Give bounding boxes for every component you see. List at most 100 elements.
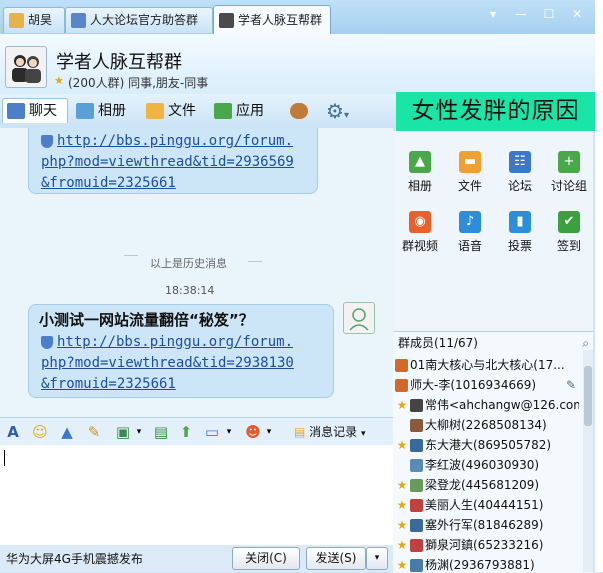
link-line[interactable]: &fromuid=2325661 — [41, 374, 294, 395]
tab-renda-group[interactable]: 人大论坛官方助答群 — [65, 7, 213, 33]
app-discussion[interactable]: + 讨论组 — [547, 151, 591, 194]
forum-icon: ☷ — [509, 151, 531, 173]
chevron-down-icon: ▾ — [343, 110, 349, 121]
close-icon[interactable]: ✕ — [566, 6, 588, 22]
checkin-icon: ✔ — [558, 211, 580, 233]
app-forum[interactable]: ☷ 论坛 — [498, 151, 542, 194]
member-avatar — [395, 379, 408, 392]
app-album[interactable]: ▲ 相册 — [398, 151, 442, 194]
group-title: 学者人脉互帮群 — [56, 52, 182, 73]
ad-link[interactable]: 华为大屏4G手机震撼发布 — [6, 550, 143, 567]
star-icon: ★ — [396, 558, 408, 572]
member-row[interactable]: 师大-李(1016934669) ✎ — [393, 375, 579, 395]
photo-icon: ▲ — [409, 151, 431, 173]
emoji-icon[interactable]: ☺ — [31, 423, 49, 441]
chevron-down-icon[interactable]: ▾ — [260, 423, 278, 441]
tab-scholar-group[interactable]: 学者人脉互帮群 — [213, 5, 331, 35]
send-button[interactable]: 发送(S) — [306, 547, 366, 570]
member-list-scrollbar[interactable] — [583, 350, 593, 572]
upload-icon[interactable]: ⬆ — [177, 423, 195, 441]
member-row[interactable]: ★ 梁登龙(445681209) — [393, 475, 579, 495]
music-icon[interactable]: ▤ — [152, 423, 170, 441]
shake-icon[interactable]: ▲ — [58, 423, 76, 441]
minimize-icon[interactable]: — — [510, 6, 532, 22]
screenshot-icon[interactable]: ▭ — [203, 423, 221, 441]
app-label: 论坛 — [507, 179, 532, 193]
shield-icon — [41, 335, 53, 349]
input-toolbar: A ☺ ▲ ✎ ▣ ▾ ▤ ⬆ ▭ ▾ ☻ ▾ ▤ 消息记录 ▾ — [0, 417, 393, 446]
video-icon: ◉ — [409, 211, 431, 233]
tab-app[interactable]: 应用 — [214, 99, 264, 123]
chevron-down-icon: ▾ — [361, 429, 366, 439]
history-label: 以上是历史消息 — [150, 257, 227, 270]
tab-file[interactable]: 文件 — [146, 99, 196, 123]
message-link[interactable]: http://bbs.pinggu.org/forum. php?mod=vie… — [41, 332, 294, 395]
maximize-icon[interactable]: ☐ — [538, 6, 560, 22]
note-icon[interactable]: ✎ — [85, 423, 103, 441]
link-line[interactable]: http://bbs.pinggu.org/forum. — [57, 133, 293, 149]
shield-icon — [41, 134, 53, 148]
member-row[interactable]: ★ 塞外行军(81846289) — [393, 515, 579, 535]
tab-chat[interactable]: 聊天 — [2, 98, 68, 123]
link-line[interactable]: php?mod=viewthread&tid=2936569 — [41, 152, 294, 173]
message-link[interactable]: http://bbs.pinggu.org/forum. php?mod=vie… — [41, 131, 294, 194]
scrollbar-thumb[interactable] — [584, 366, 592, 426]
settings-gear-icon[interactable]: ⚙▾ — [326, 99, 349, 123]
app-voice[interactable]: ♪ 语音 — [448, 211, 492, 254]
member-row[interactable]: 李红波(496030930) — [393, 455, 579, 475]
app-label: 签到 — [556, 239, 581, 253]
group-avatar[interactable] — [5, 46, 47, 88]
link-line[interactable]: http://bbs.pinggu.org/forum. — [57, 334, 293, 350]
dropdown-icon[interactable]: ▾ — [482, 6, 504, 22]
contact-avatar-icon — [9, 13, 24, 28]
app-file[interactable]: ▬ 文件 — [448, 151, 492, 194]
app-vote[interactable]: ▮ 投票 — [498, 211, 542, 254]
link-line[interactable]: &fromuid=2325661 — [41, 173, 294, 194]
member-row[interactable]: ★ 美丽人生(40444151) — [393, 495, 579, 515]
chat-messages: http://bbs.pinggu.org/forum. php?mod=vie… — [0, 128, 393, 417]
tab-huhao[interactable]: 胡昊 — [3, 7, 65, 33]
tab-file-label: 文件 — [168, 103, 196, 119]
album-icon — [76, 103, 94, 119]
chevron-down-icon[interactable]: ▾ — [130, 423, 148, 441]
message-title: 小测试一网站流量翻倍“秘笈”？ — [39, 311, 254, 329]
app-label: 语音 — [457, 239, 482, 253]
member-row[interactable]: ★ 常伟<ahchangw@126.com> — [393, 395, 579, 415]
app-checkin[interactable]: ✔ 签到 — [547, 211, 591, 254]
person-outline-icon — [349, 308, 369, 331]
member-avatar — [410, 439, 423, 452]
member-avatar — [410, 399, 423, 412]
member-avatar — [410, 559, 423, 572]
member-name: 师大-李(1016934669) — [410, 378, 537, 392]
star-icon: ★ — [396, 498, 408, 512]
chevron-down-icon[interactable]: ▾ — [220, 423, 238, 441]
member-name: 美丽人生(40444151) — [425, 498, 544, 512]
message-timestamp: 18:38:14 — [165, 284, 215, 297]
member-row[interactable]: 01南大核心与北大核心(17... — [393, 355, 579, 375]
member-avatar — [410, 519, 423, 532]
voice-icon: ♪ — [459, 211, 481, 233]
member-row[interactable]: ★ 杨渊(2936793881) — [393, 555, 579, 573]
member-row[interactable]: ★ 东大港大(869505782) — [393, 435, 579, 455]
app-label: 讨论组 — [550, 179, 587, 193]
member-count: 群成员(11/67) — [398, 336, 478, 350]
send-options-chevron-icon[interactable]: ▾ — [366, 547, 388, 570]
history-label: 消息记录 — [309, 425, 358, 439]
app-label: 投票 — [507, 239, 532, 253]
close-button[interactable]: 关闭(C) — [232, 547, 300, 570]
font-icon[interactable]: A — [4, 423, 22, 441]
edit-icon[interactable]: ✎ — [566, 375, 576, 395]
folder-icon — [146, 103, 164, 119]
sender-avatar[interactable] — [343, 302, 375, 334]
message-input[interactable] — [0, 445, 393, 545]
member-list: 群成员(11/67) ⌕ 01南大核心与北大核心(17... 师大-李(1016… — [393, 331, 593, 573]
member-avatar — [410, 539, 423, 552]
add-member-button[interactable] — [290, 99, 312, 123]
member-row[interactable]: ★ 獅泉河鎮(65233216) — [393, 535, 579, 555]
member-name: 01南大核心与北大核心(17... — [410, 358, 565, 372]
tab-album[interactable]: 相册 — [76, 99, 126, 123]
message-history-button[interactable]: ▤ 消息记录 ▾ — [294, 423, 366, 441]
link-line[interactable]: php?mod=viewthread&tid=2938130 — [41, 353, 294, 374]
app-video[interactable]: ◉ 群视频 — [398, 211, 442, 254]
member-row[interactable]: 大柳树(2268508134) — [393, 415, 579, 435]
